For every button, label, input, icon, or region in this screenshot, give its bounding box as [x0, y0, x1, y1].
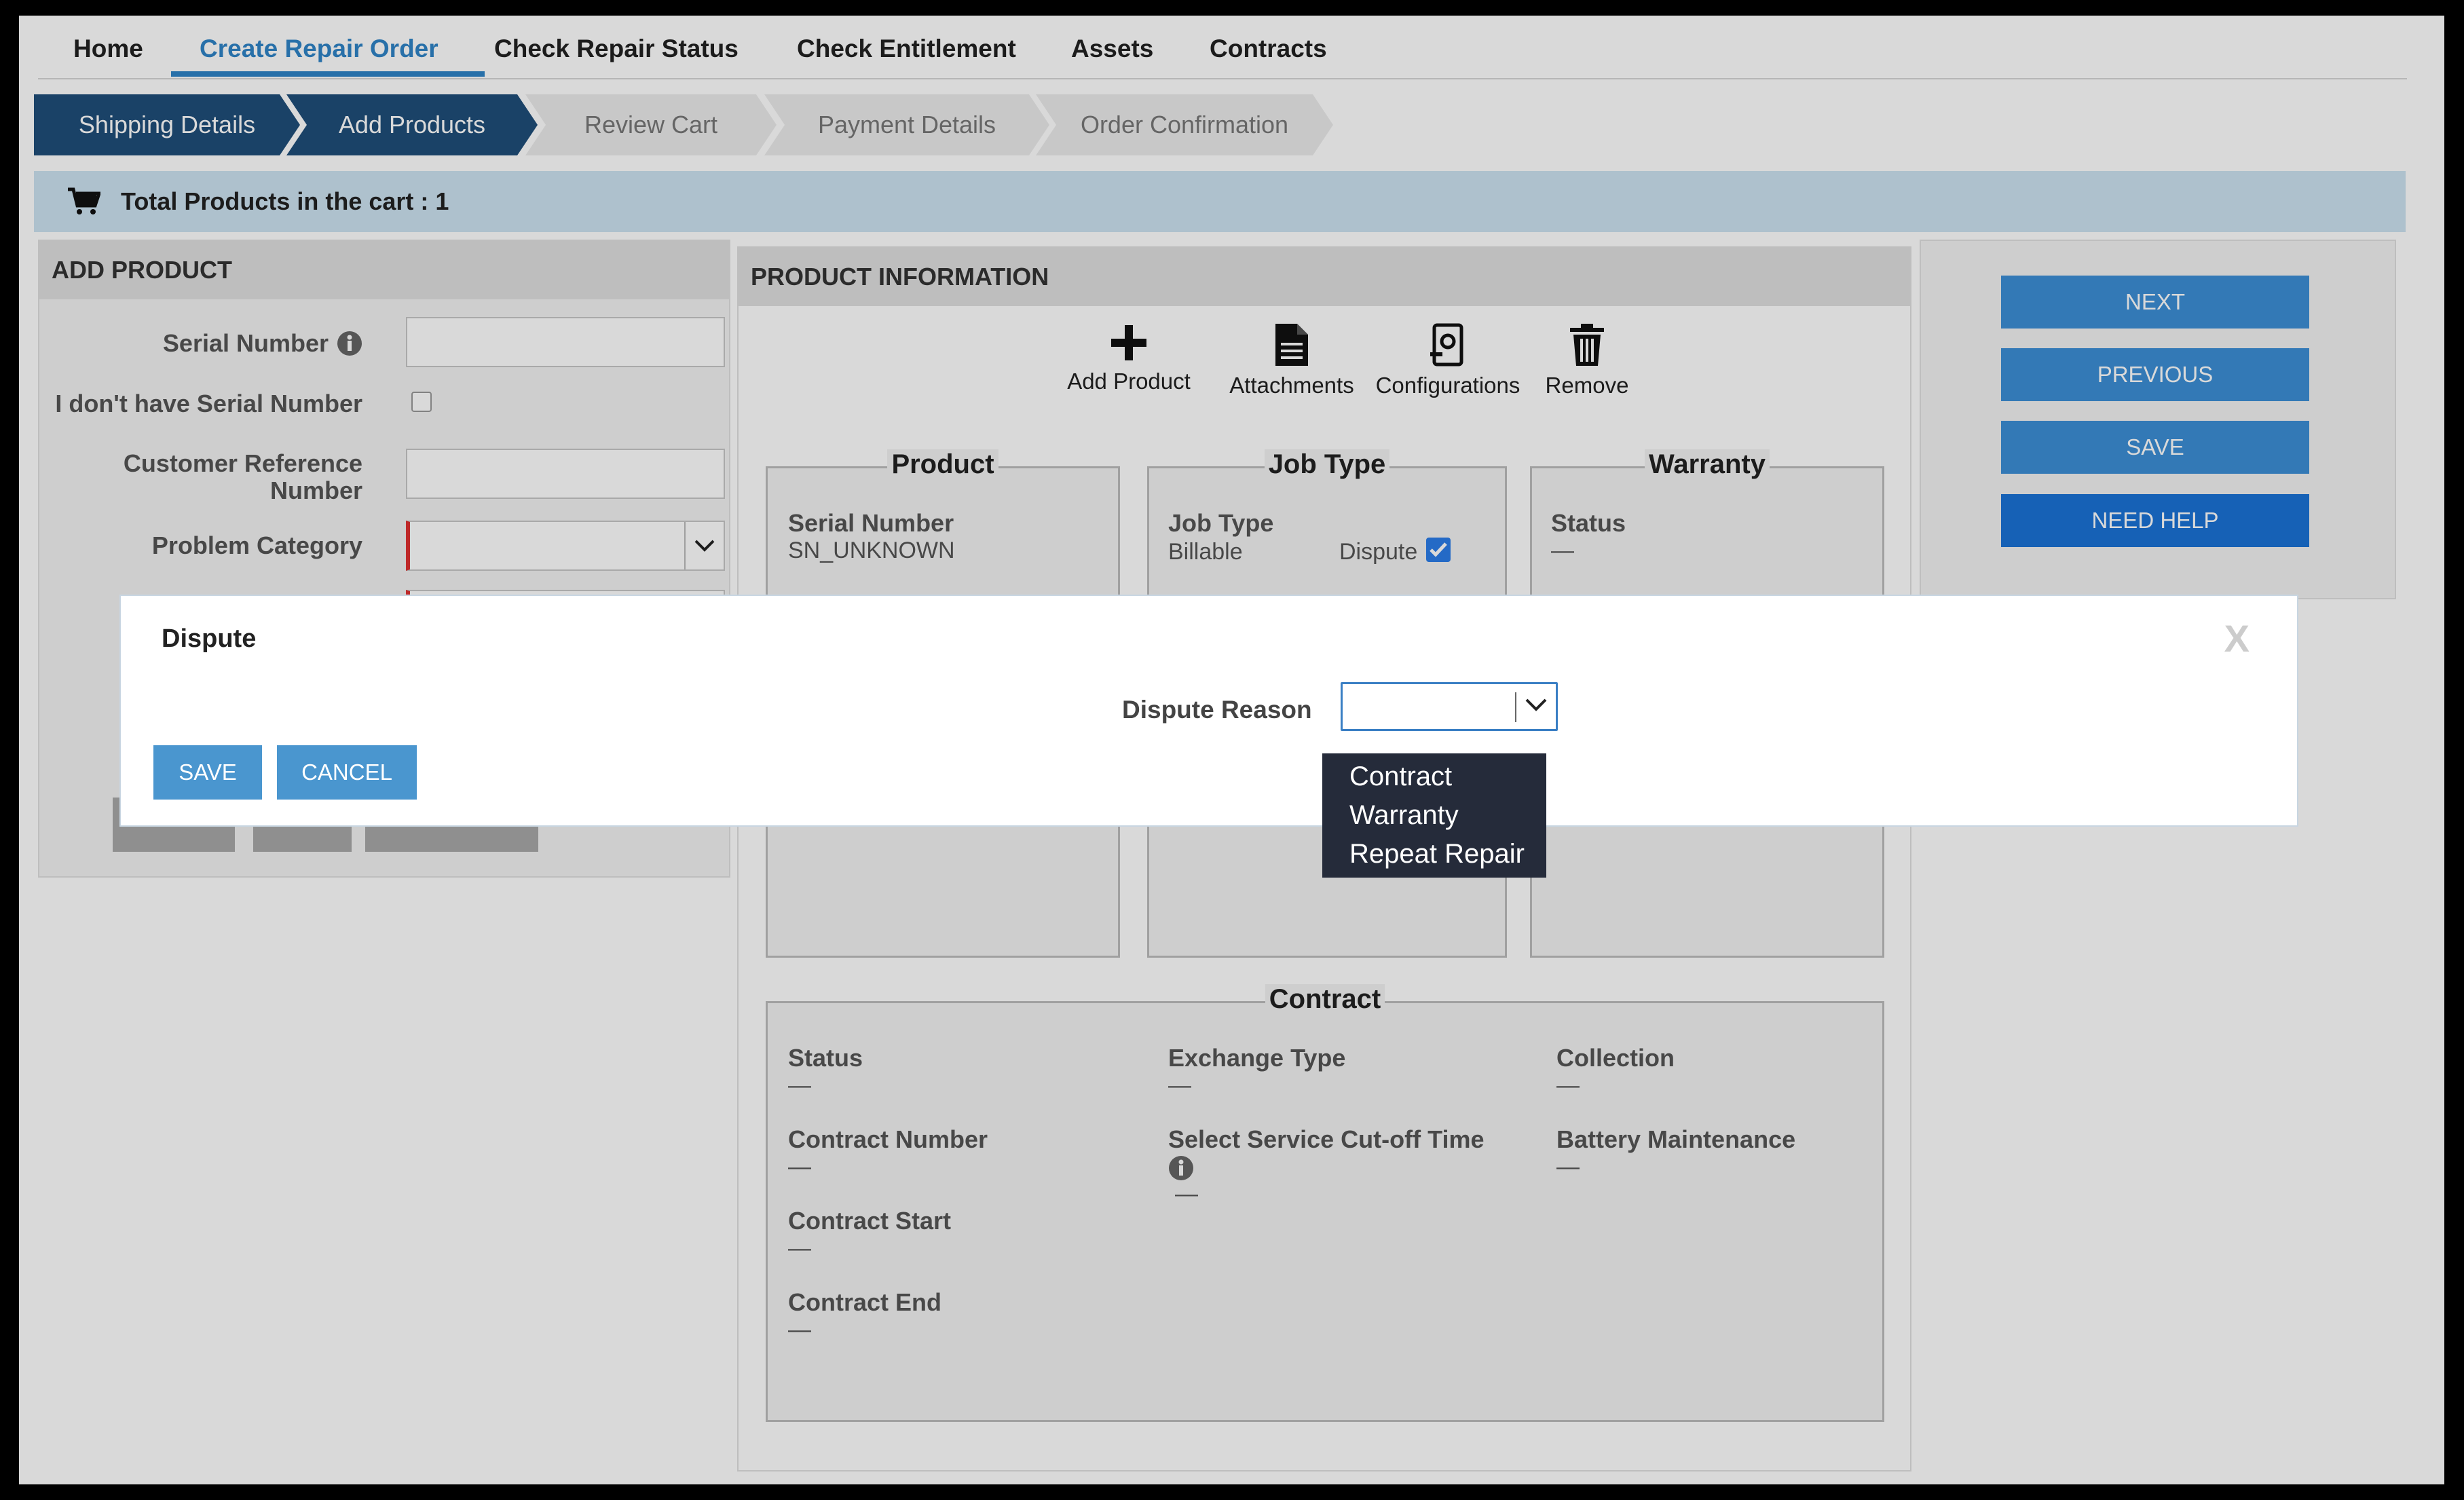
modal-cancel-button[interactable]: CANCEL: [277, 745, 417, 800]
dispute-reason-select[interactable]: [1341, 682, 1558, 731]
app-frame: Home Create Repair Order Check Repair St…: [19, 16, 2444, 1484]
dispute-modal-title: Dispute: [162, 624, 257, 653]
dispute-reason-options: Contract Warranty Repeat Repair: [1322, 753, 1546, 878]
dispute-reason-label: Dispute Reason: [1122, 696, 1312, 724]
dispute-modal: Dispute X Dispute Reason SAVE CANCEL: [119, 595, 2298, 827]
chevron-down-icon: [1525, 698, 1547, 711]
modal-save-button[interactable]: SAVE: [153, 745, 262, 800]
option-warranty[interactable]: Warranty: [1322, 796, 1546, 835]
option-contract[interactable]: Contract: [1322, 757, 1546, 796]
close-icon[interactable]: X: [2224, 616, 2250, 660]
option-repeat-repair[interactable]: Repeat Repair: [1322, 835, 1546, 874]
